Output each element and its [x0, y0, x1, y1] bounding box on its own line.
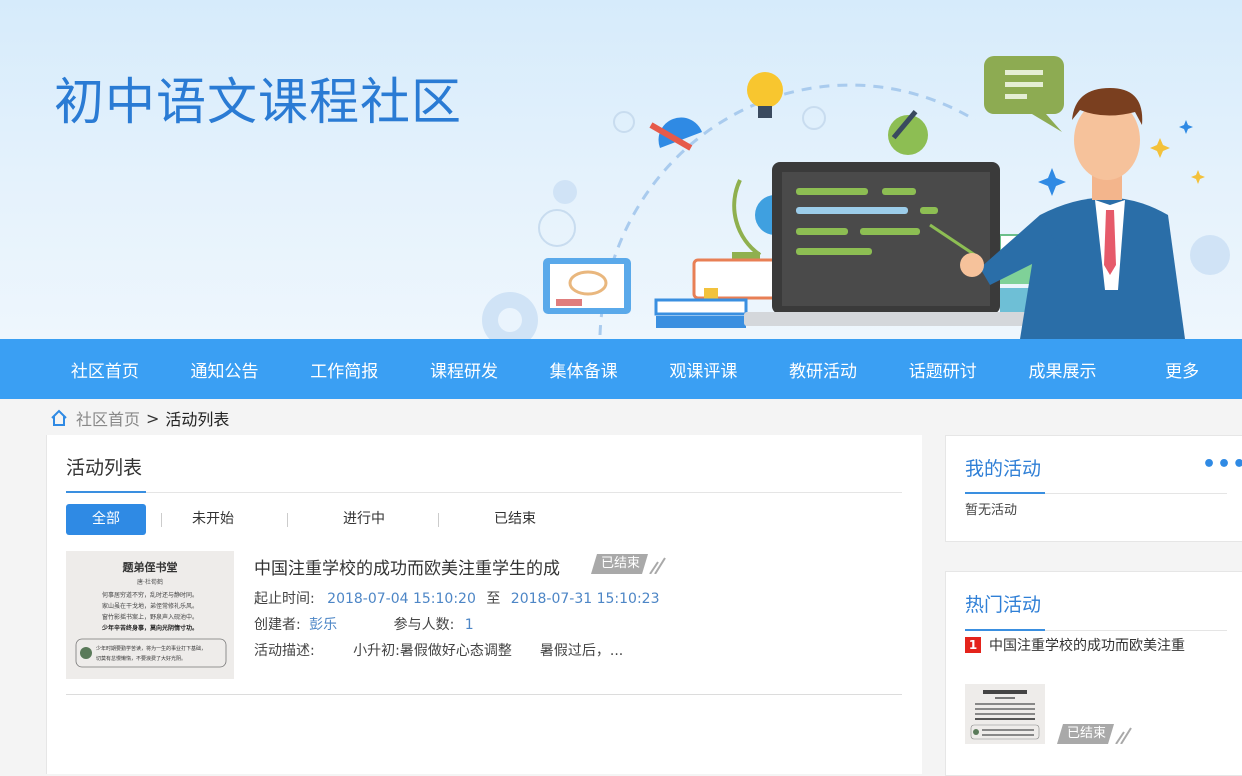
breadcrumb-home[interactable]: 社区首页: [76, 406, 140, 430]
badge-tail-icon: [1115, 727, 1132, 744]
filter-divider: [287, 512, 288, 527]
poster-author: 唐·杜荀鹤: [137, 578, 163, 586]
nav-item-group-prep[interactable]: 集体备课: [524, 357, 644, 382]
title-underline: [66, 491, 146, 493]
nav-item-home[interactable]: 社区首页: [45, 357, 165, 382]
laptop-icon: [744, 162, 1030, 326]
activity-title[interactable]: 中国注重学校的成功而欧美注重学生的成: [254, 554, 560, 579]
breadcrumb-separator: >: [146, 408, 160, 428]
protractor-icon: [649, 117, 702, 151]
speech-bubble-icon: [984, 56, 1064, 132]
nav-item-topic-discussion[interactable]: 话题研讨: [883, 357, 1003, 382]
site-title: 初中语文课程社区: [54, 73, 462, 131]
banner: 初中语文课程社区: [0, 0, 1242, 339]
nav-item-notices[interactable]: 通知公告: [165, 357, 285, 382]
activity-time-row: 起止时间: 2018-07-04 15:10:20 至 2018-07-31 1…: [254, 588, 659, 608]
status-badge-label: 已结束: [591, 554, 648, 574]
filter-divider: [161, 512, 162, 527]
filter-divider: [438, 512, 439, 527]
nav-item-research-activities[interactable]: 教研活动: [763, 357, 883, 382]
activity-item: 题弟侄书堂 唐·杜荀鹤 何事居穷道不穷，乱时还与静时同。 家山虽在干戈地，弟侄常…: [66, 551, 902, 694]
nav-item-course-dev[interactable]: 课程研发: [404, 357, 524, 382]
filter-ended[interactable]: 已结束: [479, 504, 551, 535]
poster-title: 题弟侄书堂: [123, 560, 178, 574]
time-separator: 至: [486, 591, 501, 607]
my-activities-title: 我的活动: [965, 458, 1042, 480]
nav-item-lesson-review[interactable]: 观课评课: [644, 357, 764, 382]
hot-activity-thumbnail[interactable]: [965, 684, 1045, 744]
rank-badge: 1: [965, 637, 981, 653]
gear-hole: [498, 308, 522, 332]
poster-line: 家山虽在干戈地，弟侄常修礼乐风。: [102, 602, 198, 610]
start-time: 2018-07-04 15:10:20: [327, 591, 476, 607]
divider: [66, 694, 902, 695]
poster-note: 少年时期要勤学苦读，将为一生的事业打下基础，: [96, 645, 206, 652]
paintbrush-icon: [888, 110, 928, 155]
nav-item-achievements[interactable]: 成果展示: [1003, 357, 1123, 382]
description-text: 小升初:暑假做好心态调整 暑假过后，...: [353, 643, 624, 659]
empty-state-text: 暂无活动: [965, 503, 1018, 518]
lightbulb-icon: [747, 72, 783, 118]
more-options-icon[interactable]: •••: [1202, 452, 1242, 477]
status-badge: 已结束: [1057, 724, 1132, 744]
sparkle-icon: [1150, 138, 1205, 184]
nav-item-more[interactable]: 更多: [1122, 357, 1242, 382]
hot-activity-title[interactable]: 中国注重学校的成功而欧美注重: [989, 635, 1185, 655]
nav-item-briefings[interactable]: 工作简报: [284, 357, 404, 382]
title-underline: [965, 492, 1045, 494]
tablet-icon: [543, 258, 631, 314]
main-nav: 社区首页 通知公告 工作简报 课程研发 集体备课 观课评课 教研活动 话题研讨 …: [0, 339, 1242, 399]
panel-title: 活动列表: [66, 457, 143, 479]
poster-note: 切莫有怠慢懒惰，不要浪费了大好光阴。: [96, 655, 186, 662]
filter-in-progress[interactable]: 进行中: [328, 504, 400, 535]
banner-illustration: [482, 56, 1230, 339]
status-filter-bar: 全部 未开始 进行中 已结束: [66, 504, 551, 535]
hot-activities-title: 热门活动: [965, 594, 1042, 616]
status-badge-label: 已结束: [1057, 724, 1114, 744]
hot-activities-panel: 热门活动 1 中国注重学校的成功而欧美注重 已结束: [945, 571, 1242, 776]
time-label: 起止时间:: [254, 591, 315, 607]
poster-line: 何事居穷道不穷，乱时还与静时同。: [102, 591, 198, 599]
status-badge: 已结束: [591, 554, 666, 574]
activity-description-row: 活动描述: 小升初:暑假做好心态调整 暑假过后，...: [254, 640, 623, 660]
title-underline: [965, 629, 1045, 631]
filter-all[interactable]: 全部: [66, 504, 146, 535]
badge-tail-icon: [649, 557, 666, 574]
description-label: 活动描述:: [254, 643, 315, 659]
home-icon[interactable]: [50, 409, 68, 427]
divider: [66, 492, 902, 493]
poster-line: 窗竹影摇书案上，野泉声入砚池中。: [102, 613, 198, 621]
activity-creator-row: 创建者: 彭乐 参与人数: 1: [254, 614, 474, 634]
participants-label: 参与人数:: [393, 617, 455, 633]
my-activities-panel: 我的活动 ••• 暂无活动: [945, 435, 1242, 542]
activity-list-panel: 活动列表 全部 未开始 进行中 已结束 题弟侄书堂 唐·杜荀鹤 何事居穷道不穷，…: [46, 435, 922, 774]
creator-label: 创建者:: [254, 617, 301, 633]
hot-activity-item[interactable]: 1 中国注重学校的成功而欧美注重: [965, 635, 1185, 655]
poster-line: 少年辛苦终身事，莫向光阴惰寸功。: [101, 624, 198, 632]
activity-thumbnail[interactable]: 题弟侄书堂 唐·杜荀鹤 何事居穷道不穷，乱时还与静时同。 家山虽在干戈地，弟侄常…: [66, 551, 234, 679]
breadcrumb: 社区首页 > 活动列表: [50, 406, 229, 430]
breadcrumb-current: 活动列表: [165, 410, 230, 429]
filter-not-started[interactable]: 未开始: [177, 504, 249, 535]
end-time: 2018-07-31 15:10:23: [510, 591, 660, 607]
creator-name[interactable]: 彭乐: [309, 617, 337, 633]
participants-count: 1: [464, 617, 474, 633]
